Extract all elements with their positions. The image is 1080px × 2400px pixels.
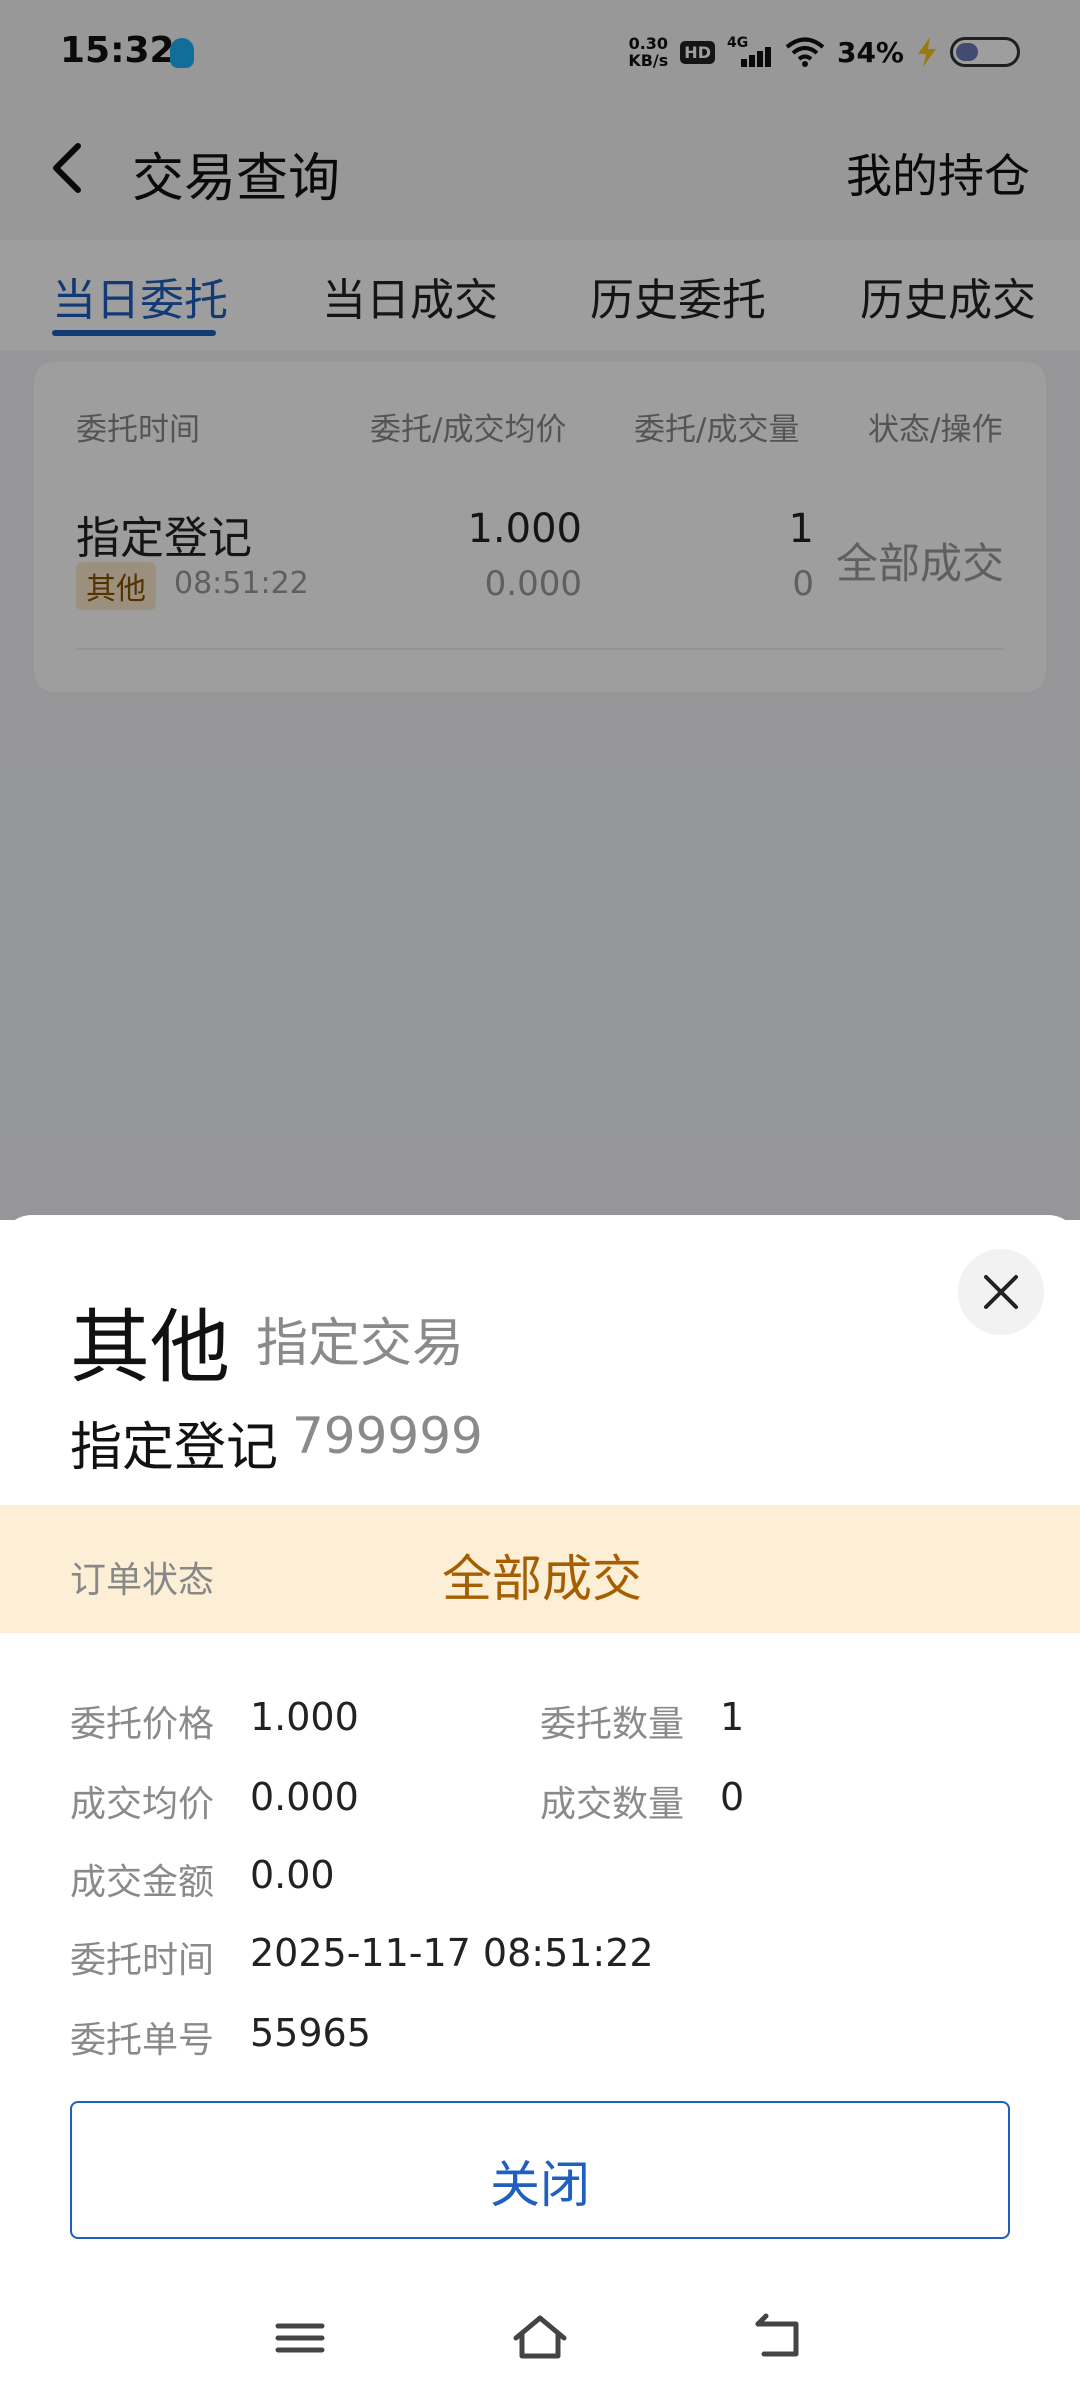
order-time-label: 委托时间	[70, 1940, 215, 1981]
order-qty-value: 1	[720, 1695, 745, 1739]
order-time-value: 2025-11-17 08:51:22	[250, 1931, 654, 1975]
close-button-label: 关闭	[490, 2156, 590, 2214]
order-no-label: 委托单号	[70, 2020, 215, 2061]
close-icon[interactable]	[958, 1249, 1044, 1335]
amount-label: 成交金额	[70, 1862, 215, 1903]
close-button[interactable]: 关闭	[70, 2101, 1010, 2239]
order-detail-sheet: 其他 指定交易 指定登记 799999 订单状态 全部成交 委托价格 1.000…	[0, 1215, 1080, 2400]
sheet-market: 其他	[70, 1301, 230, 1394]
back-nav-icon[interactable]	[750, 2310, 810, 2366]
home-icon[interactable]	[510, 2310, 570, 2366]
order-status-value: 全部成交	[442, 1550, 642, 1608]
order-qty-label: 委托数量	[540, 1704, 685, 1745]
system-nav-bar	[0, 2270, 1080, 2400]
order-price-label: 委托价格	[70, 1704, 215, 1745]
order-status-banner: 订单状态 全部成交	[0, 1505, 1080, 1633]
sheet-stock-name: 指定登记	[70, 1418, 279, 1478]
filled-qty-label: 成交数量	[540, 1784, 685, 1825]
avg-price-label: 成交均价	[70, 1784, 215, 1825]
order-no-value: 55965	[250, 2011, 371, 2055]
sheet-trade-type: 指定交易	[256, 1314, 465, 1374]
sheet-stock-code: 799999	[292, 1407, 483, 1465]
amount-value: 0.00	[250, 1853, 335, 1897]
modal-backdrop[interactable]	[0, 0, 1080, 1220]
filled-qty-value: 0	[720, 1775, 745, 1819]
avg-price-value: 0.000	[250, 1775, 359, 1819]
order-price-value: 1.000	[250, 1695, 359, 1739]
order-status-label: 订单状态	[70, 1560, 215, 1601]
menu-icon[interactable]	[270, 2310, 330, 2366]
